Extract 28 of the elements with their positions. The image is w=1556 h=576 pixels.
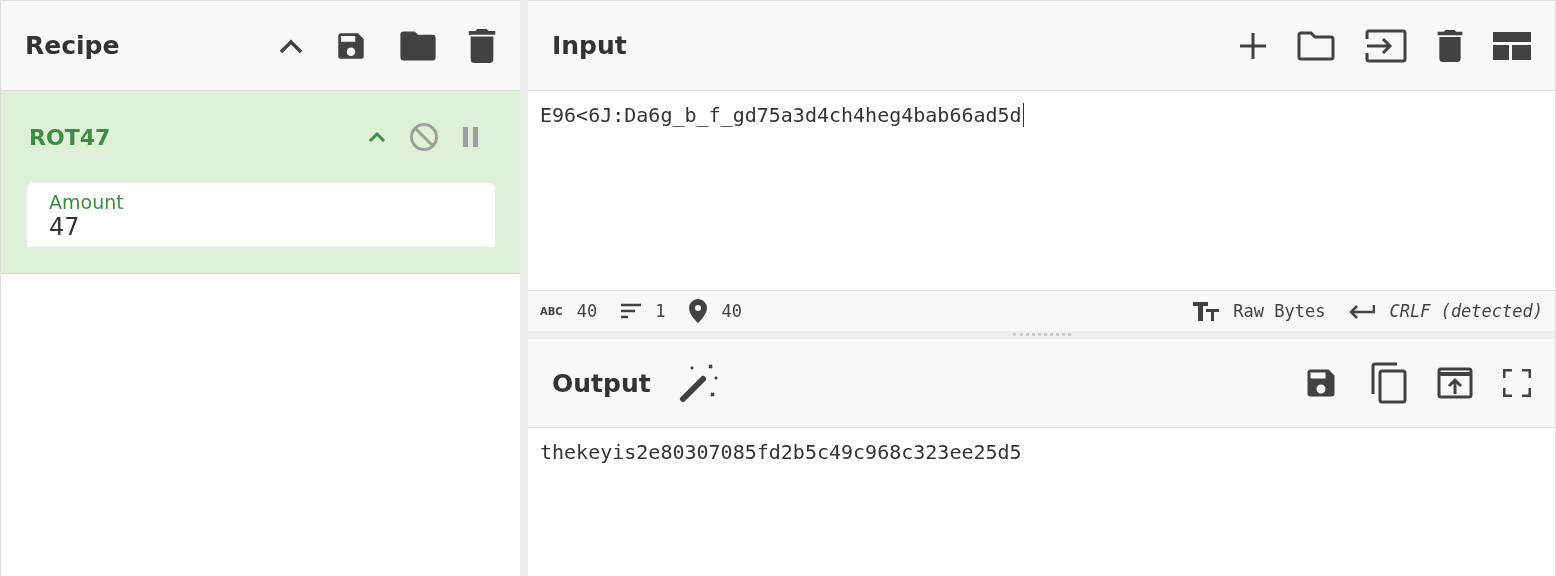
character-count: 40	[576, 301, 598, 321]
trash-icon[interactable]	[1437, 29, 1463, 62]
trash-icon[interactable]	[468, 28, 496, 63]
input-field[interactable]: E96<6J:Da6g_b_f_gd75a3d4ch4heg4bab66ad5d	[528, 91, 1555, 290]
output-title: Output	[552, 368, 651, 398]
line-ending-label[interactable]: CRLF (detected)	[1389, 301, 1543, 321]
folder-icon[interactable]	[398, 29, 438, 62]
copy-icon[interactable]	[1369, 362, 1407, 404]
plus-icon[interactable]	[1239, 31, 1267, 60]
magic-wand-icon[interactable]	[678, 363, 719, 403]
return-arrow-icon[interactable]	[1349, 303, 1376, 319]
maximise-icon[interactable]	[1503, 369, 1531, 397]
replace-input-icon[interactable]	[1437, 367, 1473, 399]
amount-field[interactable]: Amount 47	[27, 183, 495, 247]
operation-name: ROT47	[29, 124, 111, 150]
input-title: Input	[552, 31, 627, 60]
layout-icon[interactable]	[1493, 31, 1531, 60]
lines-icon	[621, 303, 642, 319]
encoding-label[interactable]: Raw Bytes	[1233, 301, 1326, 321]
cursor-position: 40	[721, 301, 742, 321]
location-pin-icon	[689, 299, 708, 323]
text-size-icon[interactable]	[1193, 301, 1220, 321]
characters-icon: ABC	[540, 305, 563, 317]
import-icon[interactable]	[1365, 28, 1407, 63]
line-count: 1	[655, 301, 666, 321]
recipe-title: Recipe	[25, 31, 120, 60]
output-text: thekeyis2e80307085fd2b5c49c968c323ee25d5	[539, 439, 1023, 466]
folder-icon[interactable]	[1297, 30, 1335, 61]
